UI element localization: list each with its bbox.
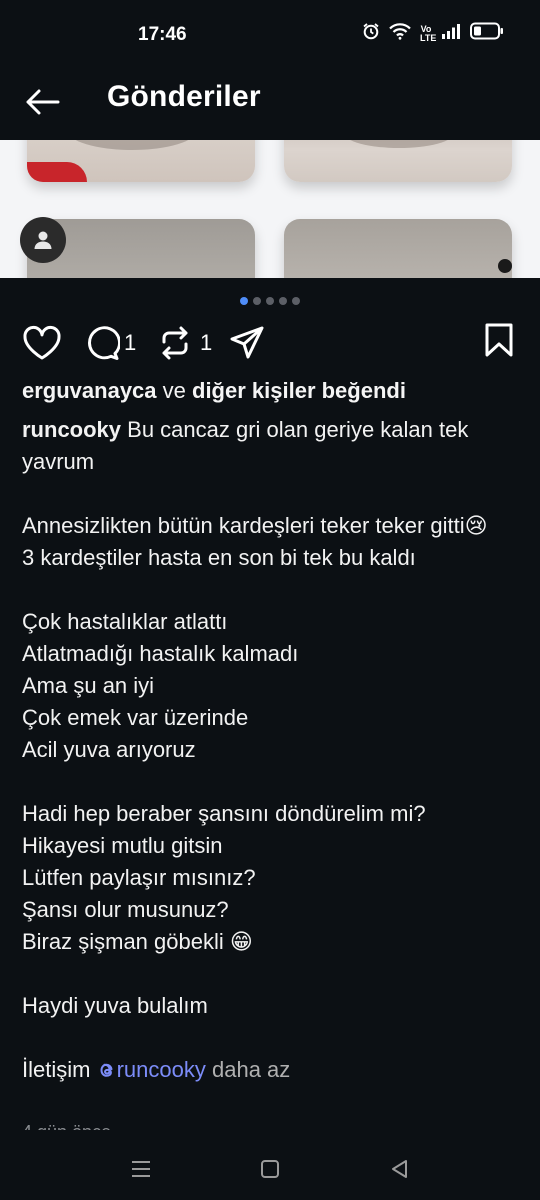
repost-button[interactable]: 1	[158, 320, 212, 366]
caption-line: runcooky Bu cancaz gri olan geriye kalan…	[22, 414, 522, 478]
battery-icon	[470, 22, 504, 45]
mention-username[interactable]: runcooky	[117, 1057, 206, 1082]
square-icon	[261, 1160, 279, 1178]
caption-line: Atlatmadığı hastalık kalmadı	[22, 641, 299, 666]
mention-link[interactable]: runcooky	[97, 1057, 206, 1082]
triangle-back-icon	[392, 1160, 407, 1178]
post-photo	[284, 219, 512, 278]
caption-line: Hikayesi mutlu gitsin	[22, 833, 223, 858]
wifi-icon	[389, 22, 411, 45]
liker-username[interactable]: erguvanayca	[22, 378, 157, 403]
app-header: Gönderiler	[0, 72, 540, 140]
user-icon	[34, 231, 52, 249]
save-button[interactable]	[484, 322, 514, 363]
caption-line	[22, 574, 522, 606]
caption-line: Çok hastalıklar atlattı	[22, 609, 228, 634]
back-button[interactable]	[22, 82, 62, 122]
volte-label: Vo LTE	[420, 23, 437, 43]
menu-lines-icon	[132, 1161, 150, 1177]
caption-line	[22, 766, 522, 798]
likes-summary[interactable]: erguvanayca ve diğer kişiler beğendi	[22, 378, 406, 404]
carousel-dot	[266, 297, 274, 305]
contact-label: İletişim	[22, 1057, 91, 1082]
post-media-carousel[interactable]	[0, 140, 540, 278]
page-title: Gönderiler	[107, 80, 261, 113]
arrow-left-icon	[26, 89, 60, 115]
like-button[interactable]	[22, 320, 62, 366]
back-nav-button[interactable]	[380, 1154, 420, 1184]
send-icon	[230, 326, 264, 359]
caption-line: Lütfen paylaşır mısınız?	[22, 865, 256, 890]
post-caption: runcooky Bu cancaz gri olan geriye kalan…	[22, 414, 522, 1086]
caption-username[interactable]: runcooky	[22, 417, 121, 442]
caption-line	[22, 1022, 522, 1054]
caption-line: Annesizlikten bütün kardeşleri teker tek…	[22, 513, 488, 538]
comment-count: 1	[124, 330, 137, 355]
heart-icon	[23, 326, 61, 360]
likes-others[interactable]: diğer kişiler beğendi	[192, 378, 406, 403]
status-icons: Vo LTE	[362, 22, 504, 45]
caption-line: Şansı olur musunuz?	[22, 897, 229, 922]
threads-icon	[100, 1063, 113, 1077]
system-navigation-bar	[0, 1130, 540, 1200]
caption-line: Ama şu an iyi	[22, 673, 155, 698]
caption-line: Hadi hep beraber şansını döndürelim mi?	[22, 801, 426, 826]
carousel-indicator	[240, 297, 300, 305]
carousel-dot-active	[240, 297, 248, 305]
caption-line: Çok emek var üzerinde	[22, 705, 249, 730]
recents-button[interactable]	[121, 1154, 161, 1184]
show-less-link[interactable]: daha az	[212, 1057, 290, 1082]
caption-line: 3 kardeştiler hasta en son bi tek bu kal…	[22, 545, 416, 570]
tagged-users-button[interactable]	[20, 217, 66, 263]
caption-line	[22, 958, 522, 990]
comment-icon	[88, 326, 120, 360]
alarm-icon	[362, 22, 380, 45]
bookmark-icon	[485, 323, 513, 357]
repost-icon	[162, 326, 188, 360]
status-time: 17:46	[138, 24, 187, 45]
post-photo	[27, 140, 255, 182]
status-bar: 17:46 Vo LTE	[0, 0, 540, 72]
caption-line	[22, 478, 522, 510]
post-actions: 1 1	[0, 320, 540, 366]
share-button[interactable]	[229, 320, 265, 366]
likes-connector: ve	[156, 378, 192, 403]
caption-line: Biraz şişman göbekli 😁	[22, 929, 253, 954]
caption-line: Acil yuva arıyoruz	[22, 737, 196, 762]
caption-contact-line: İletişim runcooky daha az	[22, 1054, 522, 1086]
caption-line: Haydi yuva bulalım	[22, 993, 208, 1018]
post-photo	[284, 140, 512, 182]
comment-button[interactable]: 1	[84, 320, 136, 366]
carousel-dot	[253, 297, 261, 305]
carousel-dot	[292, 297, 300, 305]
repost-count: 1	[200, 330, 213, 355]
signal-icon	[441, 23, 461, 44]
home-button[interactable]	[250, 1154, 290, 1184]
carousel-dot	[279, 297, 287, 305]
